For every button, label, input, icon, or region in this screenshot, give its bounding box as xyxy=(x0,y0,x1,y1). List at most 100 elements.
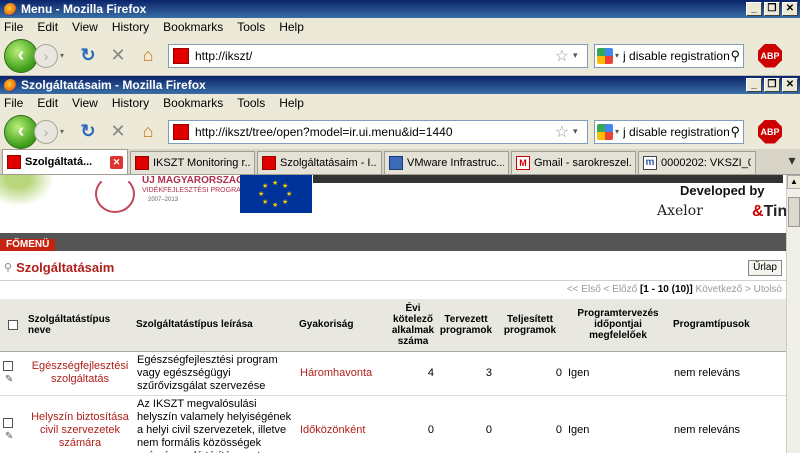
scrollbar-thumb[interactable] xyxy=(788,197,800,227)
url-bar[interactable]: http://ikszt/ ☆ ▾ xyxy=(168,43,588,68)
logo-circle xyxy=(95,175,135,213)
edit-pencil-icon[interactable]: ✎ xyxy=(5,374,13,385)
forward-button[interactable]: › xyxy=(34,119,58,144)
minimize-button[interactable]: _ xyxy=(746,2,762,16)
column-header-completed[interactable]: Teljesített programok xyxy=(495,299,565,352)
tab-label: Szolgáltatá... xyxy=(25,156,93,168)
column-header-schedule-ok[interactable]: Programtervezés időpontjai megfelelőek xyxy=(565,299,671,352)
table-row[interactable]: ✎ Helyszín biztosítása civil szervezetek… xyxy=(0,395,786,453)
google-icon[interactable] xyxy=(597,123,613,140)
menu-help[interactable]: Help xyxy=(279,20,304,34)
menu-edit[interactable]: Edit xyxy=(37,96,58,110)
search-engine-dropdown-icon[interactable]: ▾ xyxy=(615,51,619,60)
menu-file[interactable]: File xyxy=(4,20,23,34)
search-icon[interactable]: ⚲ xyxy=(730,48,740,64)
adblock-icon[interactable]: ABP xyxy=(758,119,782,144)
close-window-button[interactable]: ✕ xyxy=(782,2,798,16)
tab-mantis[interactable]: m 0000202: VKSZI_0... xyxy=(638,151,756,174)
stop-icon[interactable]: ✕ xyxy=(106,120,130,144)
row-checkbox[interactable] xyxy=(3,418,13,429)
tab-vmware[interactable]: VMware Infrastruc... xyxy=(384,151,509,174)
vertical-scrollbar[interactable]: ▲ xyxy=(786,175,800,453)
tin-text: Tin xyxy=(763,203,786,220)
minimize-button[interactable]: _ xyxy=(746,78,762,92)
search-bar[interactable]: ▾ j disable registration ⚲ xyxy=(594,43,744,68)
page-content: ÚJ MAGYARORSZÁG VIDÉKFEJLESZTÉSI PROGRAM… xyxy=(0,175,786,453)
menu-history[interactable]: History xyxy=(112,96,149,110)
menu-history[interactable]: History xyxy=(112,20,149,34)
logo-subtitle: VIDÉKFEJLESZTÉSI PROGRAM xyxy=(142,187,247,194)
column-header-name[interactable]: Szolgáltatástípus neve xyxy=(26,299,134,352)
tab-list-icon[interactable]: ▾ xyxy=(784,152,800,174)
restore-button[interactable]: ❐ xyxy=(764,78,780,92)
bookmark-star-icon[interactable]: ☆ xyxy=(555,122,569,142)
column-header-description[interactable]: Szolgáltatástípus leírása xyxy=(134,299,297,352)
restore-button[interactable]: ❐ xyxy=(764,2,780,16)
form-button[interactable]: Űrlap xyxy=(748,259,782,276)
menu-file[interactable]: File xyxy=(4,96,23,110)
pager-prev[interactable]: < Előző xyxy=(604,284,638,295)
history-dropdown-icon[interactable]: ▾ xyxy=(60,127,70,136)
url-bar[interactable]: http://ikszt/tree/open?model=ir.ui.menu&… xyxy=(168,119,588,144)
select-all-checkbox[interactable] xyxy=(8,319,18,330)
search-input[interactable]: j disable registration xyxy=(623,49,730,63)
menu-tools[interactable]: Tools xyxy=(237,20,265,34)
tab-label: Szolgáltatásaim - I... xyxy=(280,157,377,169)
url-text[interactable]: http://ikszt/ xyxy=(195,49,555,63)
service-name-link[interactable]: Egészségfejlesztési szolgáltatás xyxy=(26,351,134,396)
menu-edit[interactable]: Edit xyxy=(37,20,58,34)
tab-ikszt-monitoring[interactable]: IKSZT Monitoring r... xyxy=(130,151,255,174)
pager-next[interactable]: Következő > xyxy=(696,284,751,295)
column-header-types[interactable]: Programtípusok xyxy=(671,299,786,352)
window2-titlebar: Szolgáltatásaim - Mozilla Firefox _ ❐ ✕ xyxy=(0,76,800,94)
url-text[interactable]: http://ikszt/tree/open?model=ir.ui.menu&… xyxy=(195,125,555,139)
menu-tools[interactable]: Tools xyxy=(237,96,265,110)
search-icon[interactable]: ⚲ xyxy=(730,124,740,140)
column-header-required[interactable]: Évi kötelező alkalmak száma xyxy=(389,299,437,352)
adblock-icon[interactable]: ABP xyxy=(758,43,782,68)
history-dropdown-icon[interactable]: ▾ xyxy=(60,51,70,60)
tab-gmail[interactable]: M Gmail - sarokreszel... xyxy=(511,151,636,174)
back-button[interactable]: ‹ xyxy=(4,38,38,73)
menu-bookmarks[interactable]: Bookmarks xyxy=(163,96,223,110)
pager-last[interactable]: Utolsó xyxy=(754,284,782,295)
bookmark-star-icon[interactable]: ☆ xyxy=(555,46,569,66)
url-dropdown-icon[interactable]: ▾ xyxy=(573,126,587,137)
table-row[interactable]: ✎ Egészségfejlesztési szolgáltatás Egész… xyxy=(0,351,786,396)
reload-icon[interactable]: ↻ xyxy=(76,44,100,68)
back-button[interactable]: ‹ xyxy=(4,114,38,149)
close-window-button[interactable]: ✕ xyxy=(782,78,798,92)
google-icon[interactable] xyxy=(597,47,613,64)
url-dropdown-icon[interactable]: ▾ xyxy=(573,50,587,61)
edit-pencil-icon[interactable]: ✎ xyxy=(5,431,13,442)
pager-first[interactable]: << Első xyxy=(567,284,601,295)
forward-button[interactable]: › xyxy=(34,43,58,68)
frequency-link[interactable]: Időközönként xyxy=(297,395,389,453)
site-favicon xyxy=(173,47,189,64)
menu-view[interactable]: View xyxy=(72,96,98,110)
home-icon[interactable]: ⌂ xyxy=(136,44,160,68)
search-engine-dropdown-icon[interactable]: ▾ xyxy=(615,127,619,136)
row-checkbox[interactable] xyxy=(3,361,13,372)
home-icon[interactable]: ⌂ xyxy=(136,120,160,144)
tab-close-icon[interactable]: ✕ xyxy=(110,155,123,169)
tab-szolgaltatasaim-2[interactable]: Szolgáltatásaim - I... xyxy=(257,151,382,174)
program-types-value: nem releváns xyxy=(671,351,786,396)
menu-view[interactable]: View xyxy=(72,20,98,34)
tab-szolgaltatasaim[interactable]: Szolgáltatá... ✕ xyxy=(2,149,128,174)
column-header-planned[interactable]: Tervezett programok xyxy=(437,299,495,352)
search-icon[interactable]: ⚲ xyxy=(4,261,12,274)
banner-dark-strip xyxy=(313,175,783,183)
scroll-up-icon[interactable]: ▲ xyxy=(787,175,800,189)
service-name-link[interactable]: Helyszín biztosítása civil szervezetek s… xyxy=(26,395,134,453)
stop-icon[interactable]: ✕ xyxy=(106,44,130,68)
frequency-link[interactable]: Háromhavonta xyxy=(297,351,389,396)
column-header-frequency[interactable]: Gyakoriság xyxy=(297,299,389,352)
main-menu-link[interactable]: FŐMENÜ xyxy=(0,239,56,251)
reload-icon[interactable]: ↻ xyxy=(76,120,100,144)
menu-bookmarks[interactable]: Bookmarks xyxy=(163,20,223,34)
window1-title: Menu - Mozilla Firefox xyxy=(21,2,147,16)
search-bar[interactable]: ▾ j disable registration ⚲ xyxy=(594,119,744,144)
menu-help[interactable]: Help xyxy=(279,96,304,110)
search-input[interactable]: j disable registration xyxy=(623,125,730,139)
